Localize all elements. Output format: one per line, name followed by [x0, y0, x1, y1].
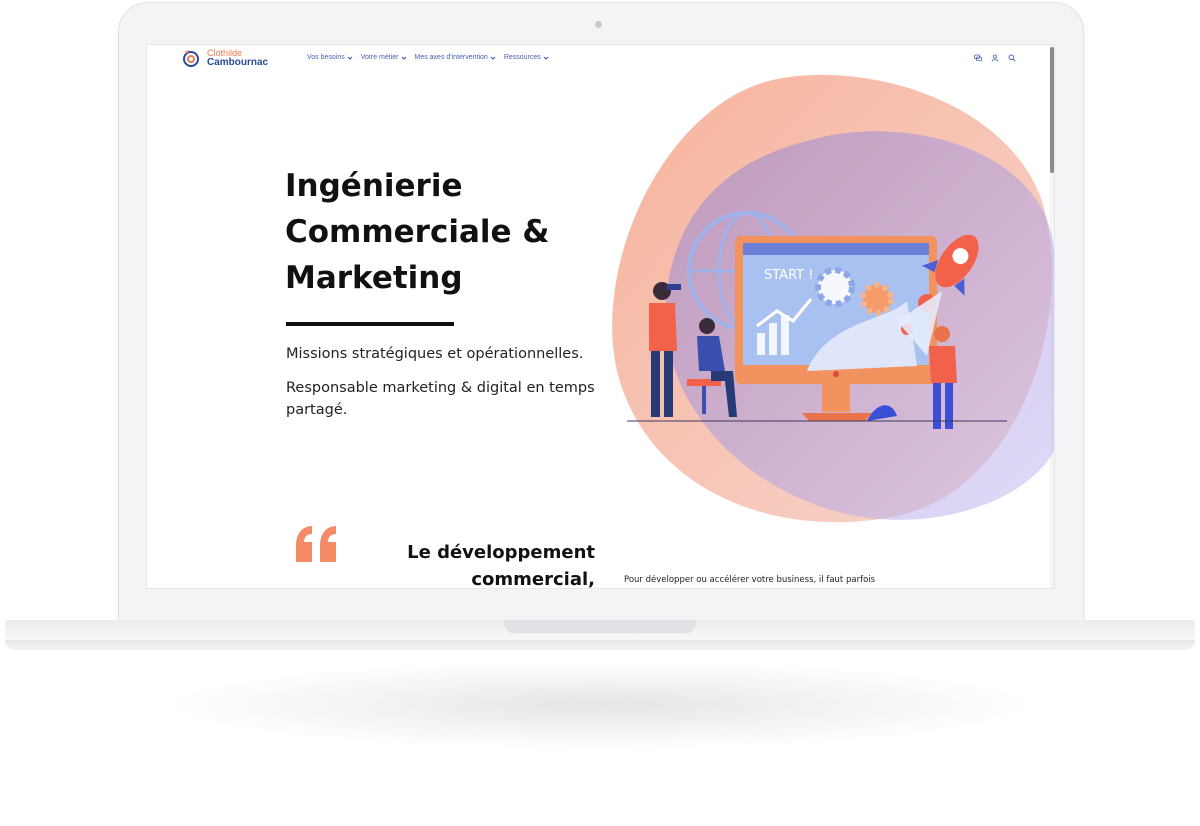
laptop-mockup: Clothilde Cambournac Vos besoins Votre m…	[0, 0, 1200, 826]
hero-illustration: START !	[612, 74, 1054, 523]
chevron-down-icon	[543, 56, 549, 60]
section-body: Pour développer ou accélérer votre busin…	[624, 575, 876, 585]
chevron-down-icon	[347, 56, 353, 60]
header-actions	[974, 54, 1016, 62]
hero-description: Responsable marketing & digital en temps…	[286, 380, 595, 418]
hero-title: Ingénierie Commerciale & Marketing	[285, 163, 605, 301]
nav-item-label: Ressources	[503, 54, 541, 61]
nav-item-vos-besoins[interactable]: Vos besoins	[307, 54, 353, 61]
main-nav: Vos besoins Votre métier Mes axes d'inte…	[307, 54, 549, 61]
hero-title-line: Marketing	[285, 260, 463, 296]
laptop-shadow	[160, 660, 1040, 750]
site-logo[interactable]: Clothilde Cambournac	[181, 48, 268, 68]
laptop-base-edge	[5, 640, 1195, 650]
nav-item-label: Votre métier	[360, 54, 399, 61]
quote-mark-icon	[296, 526, 336, 562]
nav-item-ressources[interactable]: Ressources	[504, 54, 549, 61]
search-icon[interactable]	[1008, 54, 1016, 62]
logo-mark-icon	[183, 50, 199, 67]
logo-name-last: Cambournac	[207, 57, 269, 68]
nav-item-votre-metier[interactable]: Votre métier	[361, 54, 407, 61]
chat-icon[interactable]	[974, 54, 982, 62]
nav-item-axes-intervention[interactable]: Mes axes d'intervention	[415, 54, 496, 61]
start-label: START !	[764, 268, 813, 283]
user-icon[interactable]	[991, 54, 999, 62]
hero-subtitle: Missions stratégiques et opérationnelles…	[286, 346, 584, 362]
nav-item-label: Vos besoins	[307, 54, 345, 61]
hero-title-line: Commerciale &	[285, 214, 550, 250]
section-title: Le développement commercial,	[407, 542, 595, 589]
hero-title-line: Ingénierie	[285, 168, 463, 204]
nav-item-label: Mes axes d'intervention	[414, 54, 488, 61]
laptop-notch	[504, 620, 696, 633]
website-screen: Clothilde Cambournac Vos besoins Votre m…	[146, 44, 1055, 589]
chevron-down-icon	[490, 56, 496, 60]
hero-divider	[286, 322, 454, 326]
camera-icon	[595, 21, 602, 28]
chevron-down-icon	[401, 56, 406, 60]
